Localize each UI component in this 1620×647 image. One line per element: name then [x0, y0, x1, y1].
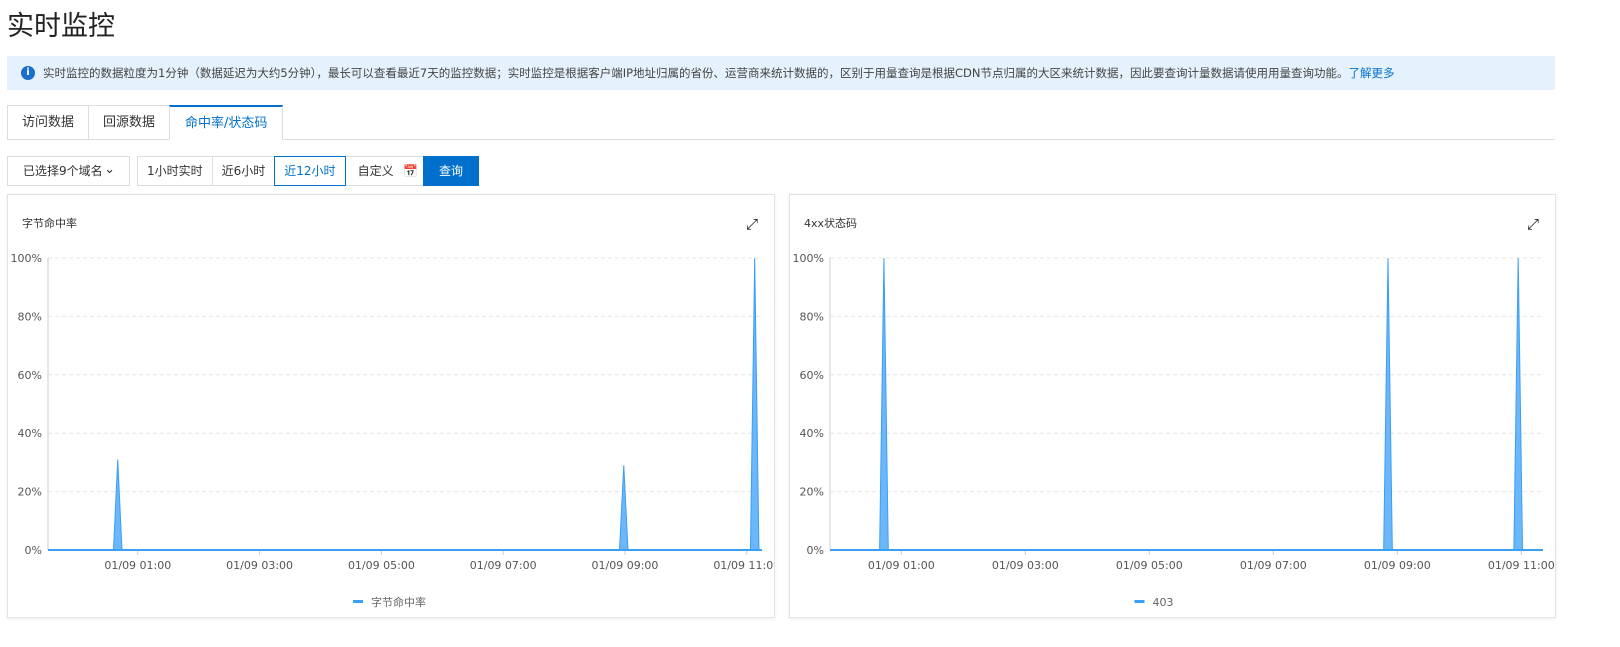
x-tick-label: 01/09 09:00 [1364, 559, 1431, 572]
y-tick-label: 40% [18, 427, 42, 440]
spike-mark [1513, 257, 1524, 551]
x-tick-label: 01/09 03:00 [992, 559, 1059, 572]
spike-mark [618, 465, 629, 551]
legend-label: 403 [1153, 596, 1174, 609]
notice-banner: i 实时监控的数据粒度为1分钟（数据延迟为大约5分钟），最长可以查看最近7天的监… [7, 56, 1555, 90]
legend-label: 字节命中率 [371, 595, 426, 609]
spike-mark [1383, 257, 1393, 551]
legend-swatch [353, 600, 363, 603]
range-6h[interactable]: 近6小时 [211, 156, 275, 186]
chevron-down-icon: ⌄ [104, 162, 115, 177]
x-tick-label: 01/09 05:00 [348, 559, 415, 572]
x-tick-label: 01/09 01:00 [104, 559, 171, 572]
range-custom-label: 自定义 [357, 164, 394, 178]
y-tick-label: 0% [807, 544, 824, 557]
calendar-icon: 📅 [403, 164, 419, 178]
y-tick-label: 0% [25, 544, 42, 557]
page-title: 实时监控 [7, 11, 115, 42]
tab-access-data[interactable]: 访问数据 [7, 105, 89, 140]
range-custom[interactable]: 自定义 📅 [345, 156, 432, 186]
x-tick-label: 01/09 07:00 [470, 559, 537, 572]
x-tick-label: 01/09 07:00 [1240, 559, 1307, 572]
notice-text: 实时监控的数据粒度为1分钟（数据延迟为大约5分钟），最长可以查看最近7天的监控数… [43, 66, 1349, 80]
y-tick-label: 80% [18, 310, 42, 323]
y-tick-label: 100% [793, 252, 824, 265]
chart-card-byte-hit-rate: 字节命中率 ⤢ 0% 20% 40% 60% 80% 100% 01/09 01:00 01/… [7, 194, 775, 618]
tab-hit-rate-status[interactable]: 命中率/状态码 [169, 105, 284, 140]
chart-card-4xx-status: 4xx状态码 ⤢ 0% 20% 40% 60% 80% 100% 01/09 01:00 01… [789, 194, 1556, 618]
range-1h[interactable]: 1小时实时 [137, 156, 212, 186]
range-12h[interactable]: 近12小时 [274, 156, 346, 186]
tab-origin-data[interactable]: 回源数据 [88, 105, 170, 140]
x-tick-label: 01/09 05:00 [1116, 559, 1183, 572]
y-tick-label: 100% [11, 252, 42, 265]
legend-swatch [1134, 600, 1145, 603]
x-tick-label: 01/09 11:00 [713, 559, 774, 572]
chart-plot: 0% 20% 40% 60% 80% 100% 01/09 01:00 01/09 03:00… [11, 252, 774, 609]
time-range-group: 1小时实时 近6小时 近12小时 自定义 📅 [137, 156, 432, 186]
query-button[interactable]: 查询 [423, 156, 479, 186]
y-tick-label: 20% [18, 486, 42, 499]
domain-select[interactable]: 已选择9个域名 ⌄ [7, 156, 130, 186]
domain-select-value: 已选择9个域名 [23, 164, 103, 178]
spike-mark [749, 257, 760, 551]
x-tick-label: 01/09 03:00 [226, 559, 293, 572]
x-tick-label: 01/09 09:00 [592, 559, 659, 572]
y-tick-label: 80% [800, 310, 824, 323]
spike-mark [112, 459, 123, 551]
y-tick-label: 20% [800, 486, 824, 499]
learn-more-link[interactable]: 了解更多 [1349, 66, 1395, 80]
x-tick-label: 01/09 11:00 [1488, 559, 1555, 572]
y-tick-label: 60% [800, 369, 824, 382]
y-tick-label: 40% [800, 427, 824, 440]
info-icon: i [21, 66, 35, 80]
chart-plot: 0% 20% 40% 60% 80% 100% 01/09 01:00 01/09 03:00… [793, 252, 1555, 609]
x-tick-label: 01/09 01:00 [868, 559, 935, 572]
tab-bar: 访问数据 回源数据 命中率/状态码 [7, 105, 284, 140]
y-tick-label: 60% [18, 369, 42, 382]
spike-mark [879, 257, 889, 551]
